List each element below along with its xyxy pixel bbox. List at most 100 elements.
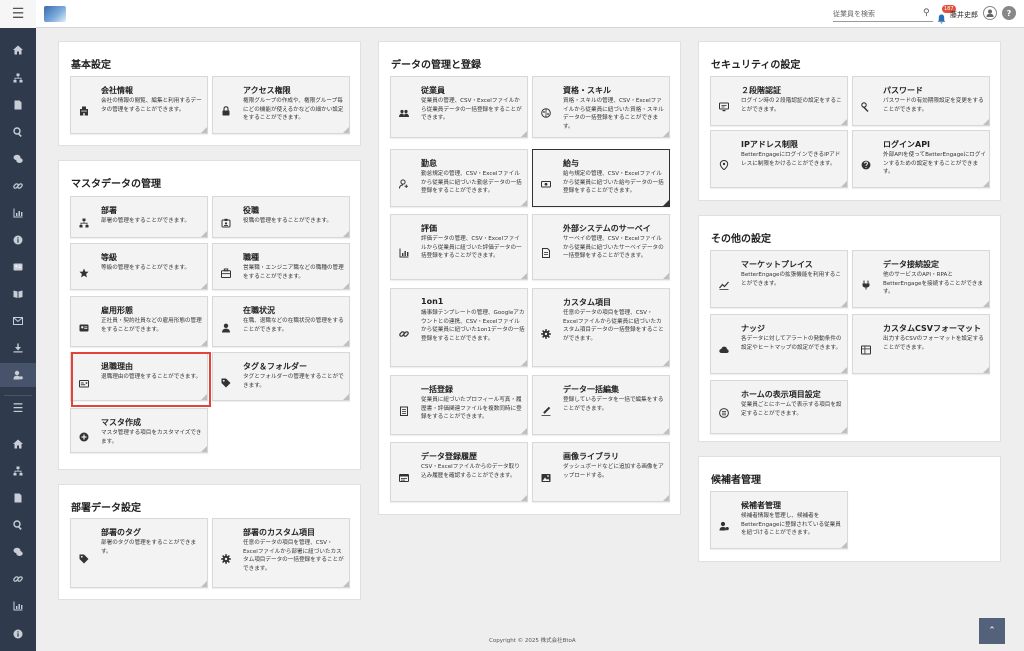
plus-circle-icon [79,427,89,442]
employee-search-input[interactable]: 従業員を検索 [833,8,933,22]
sidebar-lower-link-icon[interactable] [0,567,36,591]
user-name[interactable]: 藤井史郎 [950,10,978,20]
sidebar-lower-search-icon[interactable] [0,513,36,537]
card-description: 出力するCSVのフォーマットを設定することができます。 [883,336,984,351]
card-title: 従業員 [421,86,445,95]
card-description: 在職、退職などの在職状況の管理をすることができます。 [243,318,344,333]
other-card-4[interactable]: ホームの表示項目設定 従業員ごとにホームで表示する項目を設定することができます。 [710,380,848,434]
sidebar-user-settings-icon[interactable] [0,363,36,387]
card-title: タグ＆フォルダー [243,362,307,371]
card-description: 部署のタグの管理をすることができます。 [101,540,197,555]
security-card-2[interactable]: IPアドレス制限 BetterEngageにログインできるIPアドレスに制限をかけ… [710,130,848,188]
image-icon [541,468,551,482]
badge-icon [221,213,231,228]
card-description: 役職の管理をすることができます。 [243,218,332,224]
other-settings-title: その他の設定 [711,234,771,245]
data-card-10[interactable]: データ登録履歴 CSV・Excelファイルからのデータ取り込み履歴を確認することが… [390,442,528,502]
master-card-1[interactable]: 役職 役職の管理をすることができます。 [212,196,350,238]
candidate-card-0[interactable]: 候補者管理 候補者情報を管理し、候補者をBetterEngageに登録されている従… [710,491,848,549]
data-card-5[interactable]: 外部システムのサーベイ サーベイの管理、CSV・Excelファイルから従業員に紐づ… [532,214,670,280]
sidebar-menu-icon[interactable]: ☰ [0,396,36,420]
sidebar-id-card-icon[interactable] [0,255,36,279]
sidebar-lower-home-icon[interactable] [0,432,36,456]
card-description: 権限グループの作成や、権限グループ毎にどの機能が使えるかなどの細かい設定をするこ… [243,98,344,122]
master-card-2[interactable]: 等級 等級の管理をすることができます。 [70,243,208,290]
highlight-frame [71,352,211,407]
other-card-3[interactable]: カスタムCSVフォーマット 出力するCSVのフォーマットを設定することができます。 [852,314,990,374]
card-title: 部署 [101,206,117,215]
card-title: IPアドレス制限 [741,140,798,149]
master-card-5[interactable]: 在職状況 在職、退職などの在職状況の管理をすることができます。 [212,296,350,347]
card-title: 雇用形態 [101,306,133,315]
card-description: 等級の管理をすることができます。 [101,265,190,271]
sidebar-home-icon[interactable] [0,38,36,62]
sidebar-mail-icon[interactable] [0,309,36,333]
master-card-8[interactable]: マスタ作成 マスタ管理する項目をカスタマイズできます。 [70,408,208,453]
security-card-3[interactable]: ログインAPI 外部APIを使ってBetterEngageにログインするための設定… [852,130,990,188]
hamburger-menu-icon[interactable]: ☰ [0,0,36,28]
company-logo[interactable] [44,6,66,22]
card-description: 営業職・エンジニア職などの職種の管理をすることができます。 [243,265,344,280]
user-avatar-icon[interactable] [983,6,997,20]
sidebar-chat-icon[interactable] [0,147,36,171]
data-card-8[interactable]: 一括登録 従業員に紐づいたプロフィール写真・履歴書・評価関連ファイルを複数同時に登… [390,375,528,435]
card-description: BetterEngageの拡張機能を利用することができます。 [741,272,841,287]
search-icon[interactable]: ⚲ [923,8,930,18]
other-card-0[interactable]: マーケットプレイス BetterEngageの拡張機能を利用することができます。 [710,250,848,308]
data-card-4[interactable]: 評価 評価データの管理、CSV・Excelファイルから従業員に紐づいた評価データの… [390,214,528,280]
department-card-1[interactable]: 部署のカスタム項目 任意のデータの項目を管理、CSV・Excelファイルから部署に… [212,518,350,588]
card-description: 給与規定の管理、CSV・Excelファイルから従業員に紐づいた給与データの一括登… [563,171,664,195]
card-description: 従業員ごとにホームで表示する項目を設定することができます。 [741,402,842,417]
department-card-0[interactable]: 部署のタグ部署のタグの管理をすることができます。 [70,518,208,588]
card-description: BetterEngageにログインできるIPアドレスに制限をかけることができます… [741,152,841,167]
sidebar-search-icon[interactable] [0,120,36,144]
data-card-3[interactable]: 給与 給与規定の管理、CSV・Excelファイルから従業員に紐づいた給与データの一… [532,149,670,207]
sidebar-lower-org-chart-icon[interactable] [0,459,36,483]
card-title: 部署のタグ [101,528,141,537]
sidebar-lower-info-icon[interactable] [0,622,36,646]
sidebar-download-icon[interactable] [0,336,36,360]
data-card-1[interactable]: 資格・スキル資格・スキルの管理、CSV・Excelファイルから従業員に紐づいた資… [532,76,670,138]
scroll-to-top-button[interactable]: ⌃ [979,618,1005,644]
sidebar-lower-document-icon[interactable] [0,486,36,510]
card-description: 任意のデータの項目を管理、CSV・Excelファイルから従業員に紐づいたカスタム… [563,310,664,342]
master-card-7[interactable]: タグ＆フォルダー タグとフォルダーの管理をすることができます。 [212,352,350,401]
card-title: 一括登録 [421,385,453,394]
master-card-0[interactable]: 部署 部署の管理をすることができます。 [70,196,208,238]
data-card-11[interactable]: 画像ライブラリ ダッシュボードなどに追加する画像をアップロードする。 [532,442,670,502]
other-card-2[interactable]: ナッジ 各データに対してアラートの発動条件の設定やヒートマップの設定ができます。 [710,314,848,374]
sidebar-book-icon[interactable] [0,282,36,306]
data-card-7[interactable]: カスタム項目 任意のデータの項目を管理、CSV・Excelファイルから従業員に紐づ… [532,288,670,367]
sidebar-link-icon[interactable] [0,174,36,198]
other-card-1[interactable]: データ接続設定 他のサービスのAPI・RPAとBetterEngageを接続するこ… [852,250,990,308]
card-title: マスタ作成 [101,418,141,427]
master-card-3[interactable]: 職種 営業職・エンジニア職などの職種の管理をすることができます。 [212,243,350,290]
card-title: 1on1 [421,297,444,306]
sidebar-lower-chart-icon[interactable] [0,594,36,618]
card-description: CSV・Excelファイルからのデータ取り込み履歴を確認することができます。 [421,464,520,479]
top-header: ☰ 従業員を検索 ⚲ 187 藤井史郎 ? [0,0,1024,28]
sidebar-chart-icon[interactable] [0,201,36,225]
card-title: マーケットプレイス [741,260,813,269]
gear-icon [541,324,551,339]
data-card-2[interactable]: 勤怠 勤怠規定の管理、CSV・Excelファイルから従業員に紐づいた勤怠データの一… [390,149,528,207]
card-title: 資格・スキル [563,86,611,95]
card-description: 資格・スキルの管理、CSV・Excelファイルから従業員に紐づいた資格・スキルデ… [563,98,664,130]
sidebar: ☰ [0,28,36,651]
card-title: ２段階認証 [741,86,781,95]
basic-card-1[interactable]: アクセス権限 権限グループの作成や、権限グループ毎にどの機能が使えるかなどの細かい… [212,76,350,134]
sidebar-lower-chat-icon[interactable] [0,540,36,564]
help-icon[interactable]: ? [1002,6,1016,20]
master-card-4[interactable]: 雇用形態正社員・契約社員などの雇用形態の管理をすることができます。 [70,296,208,347]
security-card-0[interactable]: ２段階認証 ログイン時の２段階認証の設定をすることができます。 [710,76,848,126]
data-card-6[interactable]: 1on1 議事録テンプレートの管理、Googleアカウントとの連携、CSV・Exc… [390,288,528,367]
card-description: 正社員・契約社員などの雇用形態の管理をすることができます。 [101,318,202,333]
sidebar-info-icon[interactable] [0,228,36,252]
sidebar-document-icon[interactable] [0,93,36,117]
data-card-0[interactable]: 従業員 従業員の管理、CSV・Excelファイルから従業員データの一括登録をするこ… [390,76,528,138]
security-card-1[interactable]: パスワード パスワードの有効期限設定を変更をすることができます。 [852,76,990,126]
sidebar-org-chart-icon[interactable] [0,66,36,90]
card-description: 各データに対してアラートの発動条件の設定やヒートマップの設定ができます。 [741,336,842,351]
data-card-9[interactable]: データ一括編集 登録しているデータを一括で編集をすることができます。 [532,375,670,435]
basic-card-0[interactable]: 会社情報 会社の情報の閲覧、編集と利用するデータの管理をすることができます。 [70,76,208,134]
